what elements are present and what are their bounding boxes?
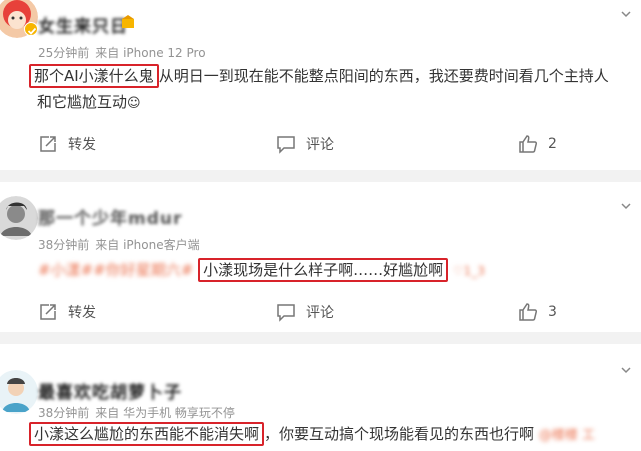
comment-text-line2: 和它尴尬互动☺ — [37, 93, 141, 111]
timestamp: 25分钟前 — [38, 46, 90, 60]
comment-icon — [277, 136, 295, 154]
post-meta: 25分钟前 来自 iPhone 12 Pro — [38, 44, 206, 61]
source: 来自 iPhone客户端 — [95, 238, 200, 252]
repost-button[interactable]: 转发 — [38, 298, 96, 326]
comment-button[interactable]: 评论 — [276, 298, 334, 326]
divider — [0, 170, 641, 182]
post-meta: 38分钟前 来自 华为手机 畅享玩不停 — [38, 404, 235, 421]
like-button[interactable]: 3 — [518, 298, 557, 326]
comment-button[interactable]: 评论 — [276, 130, 334, 158]
chevron-down-icon[interactable] — [620, 200, 632, 212]
repost-icon — [40, 304, 56, 320]
like-button[interactable]: 2 — [518, 130, 557, 158]
post-meta: 38分钟前 来自 iPhone客户端 — [38, 236, 200, 253]
comment-text: 那个AI小漾什么鬼 从明日一到现在能不能整点阳间的东西，我还要费时间看几个主持人 — [29, 64, 609, 88]
avatar[interactable] — [0, 370, 38, 414]
chevron-down-icon[interactable] — [620, 8, 632, 20]
verified-badge-icon — [24, 22, 38, 36]
thumbs-up-icon — [519, 303, 538, 321]
mention-link[interactable]: @楼楼 工 — [539, 428, 595, 443]
comment-card-1: 女生来只日 25分钟前 来自 iPhone 12 Pro 那个AI小漾什么鬼 从明日… — [0, 0, 641, 170]
chevron-down-icon[interactable] — [620, 364, 632, 376]
username[interactable]: 那一个少年mdur — [38, 204, 182, 229]
member-badge-icon — [120, 14, 136, 30]
source: 来自 iPhone 12 Pro — [95, 46, 206, 60]
action-bar: 转发 评论 3 — [0, 298, 641, 326]
trailing-text: ♡1_3 — [452, 264, 485, 278]
timestamp: 38分钟前 — [38, 238, 90, 252]
smile-emoji-icon: ☺ — [127, 96, 141, 111]
divider — [0, 332, 641, 344]
topic-tags[interactable]: #小漾##你好星期六# — [38, 261, 193, 279]
highlight-box: 那个AI小漾什么鬼 — [29, 64, 159, 88]
text-after: 从明日一到现在能不能整点阳间的东西，我还要费时间看几个主持人 — [158, 67, 609, 85]
comment-card-2: 那一个少年mdur 38分钟前 来自 iPhone客户端 #小漾##你好星期六# … — [0, 182, 641, 332]
username[interactable]: 女生来只日 — [38, 12, 128, 37]
timestamp: 38分钟前 — [38, 406, 90, 420]
source: 来自 华为手机 畅享玩不停 — [95, 406, 235, 420]
thumbs-up-icon — [519, 135, 538, 153]
comment-text: #小漾##你好星期六# 小漾现场是什么样子啊……好尴尬啊 ♡1_3 — [38, 258, 485, 282]
username[interactable]: 最喜欢吃胡萝卜子 — [38, 378, 182, 403]
comment-card-3: 最喜欢吃胡萝卜子 38分钟前 来自 华为手机 畅享玩不停 小漾这么尴尬的东西能不能… — [0, 344, 641, 451]
comment-icon — [277, 304, 295, 322]
highlight-box: 小漾现场是什么样子啊……好尴尬啊 — [198, 258, 449, 282]
avatar[interactable] — [0, 196, 38, 240]
highlight-box: 小漾这么尴尬的东西能不能消失啊 — [29, 422, 265, 446]
action-bar: 转发 评论 2 — [0, 130, 641, 158]
text-after: ，你要互动搞个现场能看见的东西也行啊 — [264, 425, 535, 443]
repost-icon — [40, 136, 56, 152]
comment-text: 小漾这么尴尬的东西能不能消失啊 ，你要互动搞个现场能看见的东西也行啊 @楼楼 工 — [29, 422, 595, 446]
repost-button[interactable]: 转发 — [38, 130, 96, 158]
